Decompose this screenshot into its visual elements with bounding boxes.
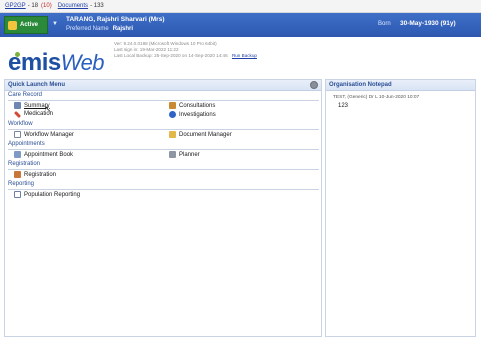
section-reporting: Reporting xyxy=(5,181,321,190)
section-appointments: Appointments xyxy=(5,141,321,150)
quick-launch-header: Quick Launch Menu xyxy=(5,80,321,91)
section-divider xyxy=(8,149,319,150)
preferred-name-row: Preferred Name Rajshri xyxy=(66,26,133,32)
documents-link[interactable]: Documents xyxy=(58,3,88,9)
system-info: Ver: 9.24.0.0188 (Microsoft Windows 10 P… xyxy=(114,41,257,59)
section-title: Reporting xyxy=(8,181,35,187)
top-status-strip: GP2GP - 18 (10) Documents - 133 xyxy=(0,0,481,13)
investigations-icon xyxy=(169,111,176,118)
logo-text-web: Web xyxy=(60,50,105,75)
patient-name: TARANG, Rajshri Sharvari (Mrs) xyxy=(66,16,165,23)
chevron-down-icon[interactable]: ▼ xyxy=(52,21,58,27)
section-care-record: Care Record xyxy=(5,92,321,101)
menu-item-consultations[interactable]: Consultations xyxy=(169,102,215,109)
menu-item-appointment-book[interactable]: Appointment Book xyxy=(14,151,73,158)
section-title: Registration xyxy=(8,161,41,167)
mouse-pointer-icon: ↖ xyxy=(44,104,52,114)
menu-item-investigations[interactable]: Investigations xyxy=(169,111,216,118)
section-workflow: Workflow xyxy=(5,121,321,130)
born-label: Born xyxy=(378,21,391,27)
notepad-header: Organisation Notepad xyxy=(326,80,475,91)
notepad-entry-text[interactable]: 123 xyxy=(338,103,348,109)
menu-item-document-manager[interactable]: Document Manager xyxy=(169,131,232,138)
last-backup-info: Last Local Backup: 25-Sep-2020 on 14-Sep… xyxy=(114,53,228,58)
quick-launch-title: Quick Launch Menu xyxy=(8,82,66,88)
section-divider xyxy=(8,189,319,190)
born-value: 30-May-1930 (91y) xyxy=(400,20,456,27)
medication-icon xyxy=(13,110,22,118)
workflow-icon xyxy=(14,131,21,138)
patient-status-label: Active xyxy=(20,22,39,28)
menu-item-label: Registration xyxy=(24,171,57,178)
registration-icon xyxy=(14,171,21,178)
documents-count: - 133 xyxy=(90,3,104,9)
quick-launch-panel: Quick Launch Menu Care Record Summary Me… xyxy=(4,79,322,337)
menu-item-label: Planner xyxy=(179,151,200,158)
menu-item-planner[interactable]: Planner xyxy=(169,151,200,158)
logo-dot xyxy=(15,52,20,57)
menu-item-population-reporting[interactable]: Population Reporting xyxy=(14,191,80,198)
summary-icon xyxy=(14,102,21,109)
gp2gp-count: - 18 xyxy=(27,3,39,9)
menu-item-label: Workflow Manager xyxy=(24,131,74,138)
section-divider xyxy=(8,100,319,101)
menu-item-label: Document Manager xyxy=(179,131,232,138)
run-backup-link[interactable]: Run Backup xyxy=(232,53,257,58)
last-backup-row: Last Local Backup: 25-Sep-2020 on 14-Sep… xyxy=(114,53,257,59)
consultations-icon xyxy=(169,102,176,109)
section-title: Workflow xyxy=(8,121,33,127)
menu-item-label: Appointment Book xyxy=(24,151,74,158)
header-logo-area: emisWeb Ver: 9.24.0.0188 (Microsoft Wind… xyxy=(0,37,481,78)
gear-icon[interactable] xyxy=(310,81,318,89)
organisation-notepad-panel: Organisation Notepad TEST, (Generic) Dr … xyxy=(325,79,476,337)
patient-status-button[interactable]: Active xyxy=(4,16,48,34)
menu-item-label: Population Reporting xyxy=(24,191,81,198)
menu-item-label: Consultations xyxy=(179,102,216,109)
section-title: Care Record xyxy=(8,92,43,98)
notepad-title: Organisation Notepad xyxy=(329,82,392,88)
section-registration: Registration xyxy=(5,161,321,170)
section-divider xyxy=(8,129,319,130)
planner-icon xyxy=(169,151,176,158)
notepad-entry-header: TEST, (Generic) Dr L 10-Jun-2020 10:07 xyxy=(333,95,420,100)
menu-item-workflow-manager[interactable]: Workflow Manager xyxy=(14,131,74,138)
person-status-icon xyxy=(8,20,17,30)
menu-item-registration[interactable]: Registration xyxy=(14,171,56,178)
gp2gp-alert-count: (10) xyxy=(41,3,52,9)
calendar-icon xyxy=(14,151,21,158)
preferred-name-label: Preferred Name xyxy=(66,26,109,32)
emis-web-logo: emisWeb xyxy=(8,49,105,77)
section-divider xyxy=(8,169,319,170)
preferred-name-value: Rajshri xyxy=(112,26,134,32)
menu-item-label: Investigations xyxy=(179,111,216,118)
folder-icon xyxy=(169,131,176,138)
gp2gp-link[interactable]: GP2GP xyxy=(5,3,26,9)
section-title: Appointments xyxy=(8,141,45,147)
report-icon xyxy=(14,191,21,198)
patient-banner: Active ▼ TARANG, Rajshri Sharvari (Mrs) … xyxy=(0,13,481,37)
